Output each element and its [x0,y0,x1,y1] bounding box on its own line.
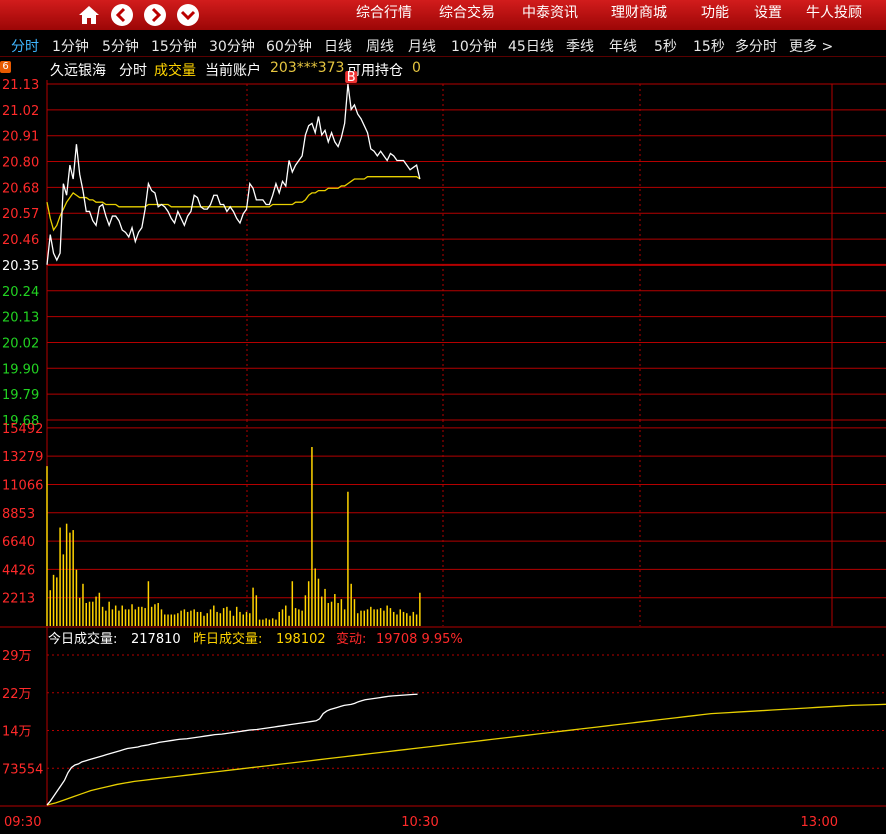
cumulative-tick-label: 29万 [2,649,32,664]
price-tick-label: 19.90 [2,362,39,377]
average-price-line [46,176,421,232]
today-volume-label: 今日成交量: [48,631,117,647]
volume-tick-label: 15492 [2,422,43,437]
yesterday-volume-value: 198102 [276,632,326,647]
volume-change-label: 变动: [336,631,366,647]
price-tick-label: 20.46 [2,233,39,248]
price-tick-label: 19.79 [2,388,39,403]
price-tick-label: 21.13 [2,78,39,93]
volume-tick-label: 8853 [2,507,35,522]
volume-tick-label: 11066 [2,478,43,493]
volume-tick-label: 2213 [2,592,35,607]
time-tick-label: 10:30 [401,815,438,830]
cumulative-tick-label: 73554 [2,762,43,777]
volume-change-value: 19708 9.95% [376,632,463,647]
price-tick-label: 20.02 [2,336,39,351]
price-line [46,83,421,265]
time-tick-label: 09:30 [4,815,41,830]
price-tick-label: 20.57 [2,207,39,222]
cumulative-tick-label: 22万 [2,687,32,702]
yesterday-cumulative-line [46,703,886,806]
price-tick-label: 20.68 [2,181,39,196]
volume-tick-label: 13279 [2,450,43,465]
price-tick-label: 21.02 [2,104,39,119]
volume-tick-label: 4426 [2,563,35,578]
price-tick-label: 20.35 [2,259,39,274]
price-tick-label: 20.24 [2,285,39,300]
time-tick-label: 13:00 [801,815,838,830]
price-tick-label: 20.91 [2,130,39,145]
today-volume-value: 217810 [131,632,181,647]
yesterday-volume-label: 昨日成交量: [193,631,262,647]
price-tick-label: 20.80 [2,156,39,171]
volume-tick-label: 6640 [2,535,35,550]
cumulative-tick-label: 14万 [2,725,32,740]
buy-marker-label: B [347,70,356,85]
intraday-chart[interactable]: 21.13 21.02 20.91 20.80 20.68 20.57 20.46 20.35… [0,0,886,834]
price-tick-label: 20.13 [2,311,39,326]
